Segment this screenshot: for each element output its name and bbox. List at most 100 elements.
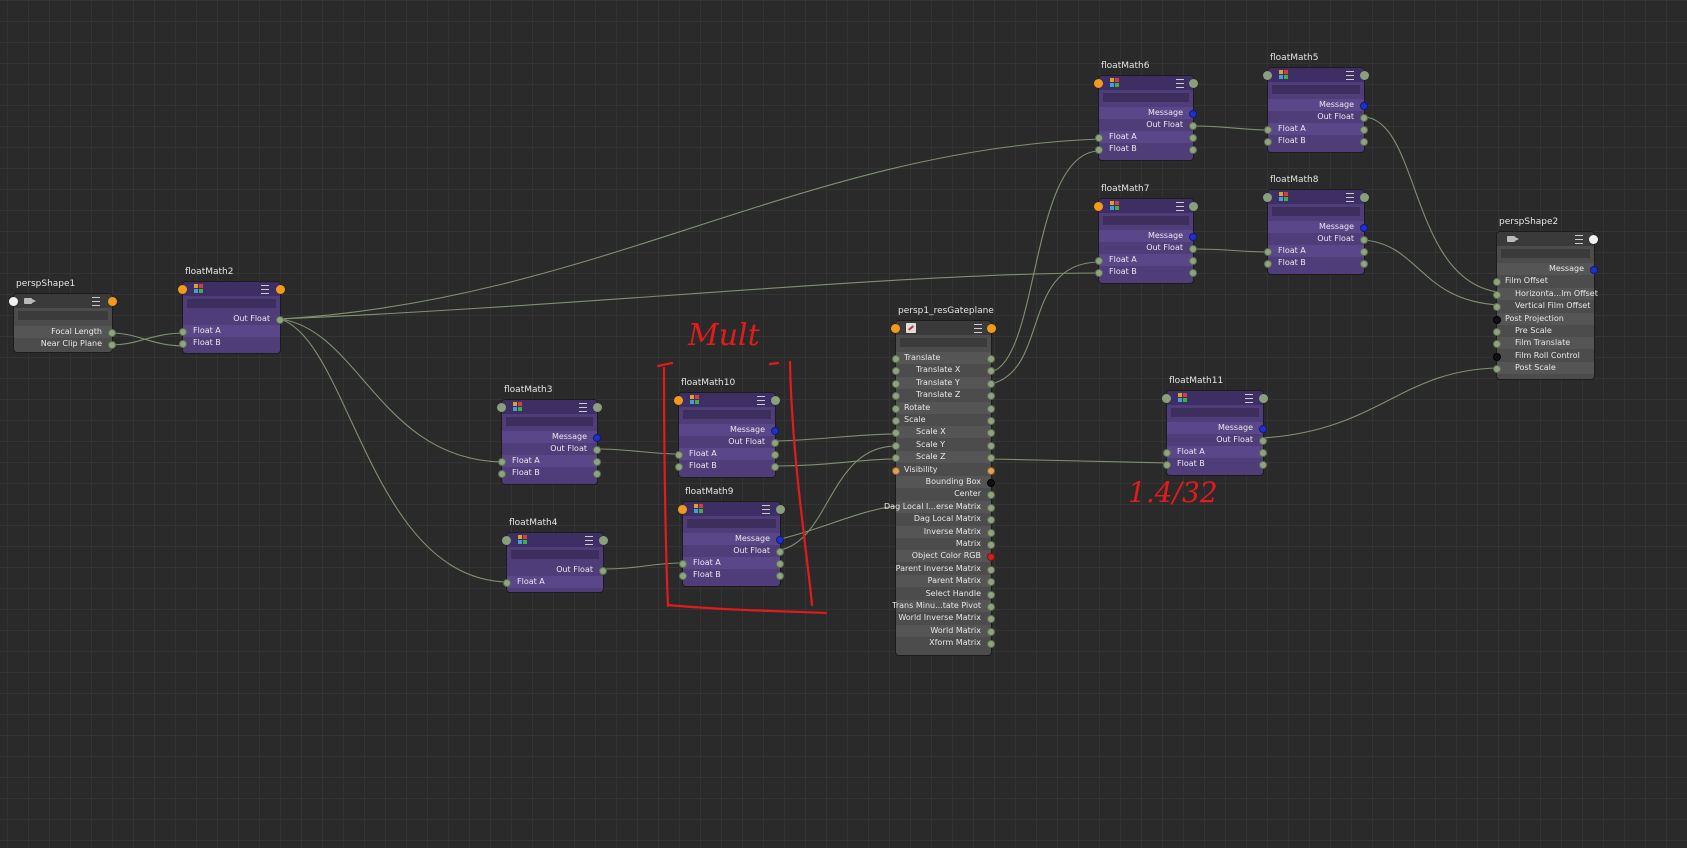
- node-floatMath4[interactable]: floatMath4 Out Float Float A: [502, 518, 608, 592]
- node-header[interactable]: [497, 400, 602, 414]
- search-bar[interactable]: [900, 338, 987, 347]
- attr-row[interactable]: Dag Local I...erse Matrix: [884, 500, 995, 513]
- node-header[interactable]: [678, 502, 785, 516]
- menu-icon[interactable]: [1575, 235, 1583, 244]
- attr-row[interactable]: Post Projection: [1493, 312, 1594, 325]
- search-bar[interactable]: [683, 410, 771, 419]
- in-port[interactable]: [892, 417, 900, 425]
- in-port[interactable]: [1493, 278, 1501, 287]
- in-port[interactable]: [179, 328, 187, 336]
- out-port[interactable]: [1189, 257, 1197, 265]
- attr-row[interactable]: Select Handle: [896, 588, 995, 600]
- out-port[interactable]: [776, 560, 784, 568]
- output-port[interactable]: [987, 324, 996, 333]
- in-port[interactable]: [675, 463, 683, 471]
- menu-icon[interactable]: [1346, 193, 1354, 202]
- in-port[interactable]: [892, 392, 900, 401]
- menu-icon[interactable]: [585, 536, 593, 545]
- node-header[interactable]: [502, 533, 608, 547]
- in-port[interactable]: [1264, 260, 1272, 268]
- in-port[interactable]: [892, 441, 900, 450]
- attr-row[interactable]: Message: [683, 533, 784, 545]
- node-header[interactable]: [1263, 190, 1369, 204]
- attr-row[interactable]: Float A: [1264, 245, 1368, 257]
- attr-row[interactable]: Message: [1167, 422, 1267, 434]
- out-port[interactable]: [1189, 146, 1197, 154]
- attr-row[interactable]: Inverse Matrix: [896, 525, 995, 538]
- input-port[interactable]: [1162, 394, 1171, 403]
- output-port[interactable]: [776, 505, 785, 514]
- output-port[interactable]: [1259, 394, 1268, 403]
- out-port[interactable]: [1360, 224, 1368, 232]
- output-port[interactable]: [108, 297, 117, 306]
- attr-row[interactable]: Out Float: [502, 443, 601, 455]
- in-port[interactable]: [179, 340, 187, 348]
- attr-row[interactable]: Float A: [1163, 446, 1267, 458]
- out-port[interactable]: [1360, 248, 1368, 256]
- out-port[interactable]: [1189, 245, 1197, 253]
- node-header[interactable]: [1162, 391, 1268, 405]
- out-port[interactable]: [599, 567, 607, 575]
- message-port[interactable]: [9, 297, 18, 306]
- out-port[interactable]: [593, 470, 601, 478]
- attr-row[interactable]: Scale: [892, 414, 995, 426]
- attr-row[interactable]: Message: [679, 424, 779, 436]
- node-floatMath2[interactable]: floatMath2 Out Float Float A Float B: [178, 267, 285, 353]
- node-floatMath11[interactable]: floatMath11 Message Out Float Float A Fl…: [1162, 376, 1268, 475]
- attr-row[interactable]: Rotate: [892, 401, 995, 414]
- out-port[interactable]: [771, 427, 779, 435]
- attr-row[interactable]: Float B: [1264, 257, 1368, 269]
- out-port[interactable]: [987, 392, 995, 401]
- in-port[interactable]: [1493, 328, 1501, 336]
- search-bar[interactable]: [1501, 249, 1590, 258]
- search-bar[interactable]: [1103, 93, 1189, 102]
- menu-icon[interactable]: [579, 403, 587, 412]
- out-port[interactable]: [1360, 260, 1368, 268]
- attr-row[interactable]: Float A: [179, 325, 280, 337]
- output-port[interactable]: [599, 536, 608, 545]
- node-header[interactable]: [9, 294, 117, 308]
- out-port[interactable]: [1590, 266, 1598, 274]
- attr-row[interactable]: Visibility: [892, 464, 995, 476]
- attr-row[interactable]: Film Translate: [1493, 337, 1594, 350]
- in-port[interactable]: [1264, 138, 1272, 146]
- node-header[interactable]: [1497, 232, 1598, 246]
- out-port[interactable]: [771, 463, 779, 471]
- node-header[interactable]: [891, 321, 996, 335]
- output-port[interactable]: [593, 403, 602, 412]
- attr-row[interactable]: Translate Z: [892, 389, 995, 401]
- in-port[interactable]: [679, 572, 687, 580]
- search-bar[interactable]: [18, 311, 108, 320]
- attr-row[interactable]: Center: [896, 488, 995, 500]
- node-header[interactable]: [1263, 68, 1369, 82]
- out-port[interactable]: [987, 441, 995, 450]
- in-port[interactable]: [1095, 257, 1103, 265]
- in-port[interactable]: [892, 404, 900, 413]
- out-port[interactable]: [987, 553, 995, 562]
- attr-row[interactable]: Float A: [675, 448, 779, 460]
- attr-row[interactable]: Translate Y: [892, 376, 995, 389]
- attr-row[interactable]: Horizonta...lm Offset: [1493, 287, 1598, 300]
- out-port[interactable]: [1189, 110, 1197, 118]
- menu-icon[interactable]: [1176, 79, 1184, 88]
- node-floatMath9[interactable]: floatMath9 Message Out Float Float A Flo…: [678, 487, 785, 586]
- out-port[interactable]: [1360, 126, 1368, 134]
- input-port[interactable]: [674, 396, 683, 405]
- attr-row[interactable]: Scale Z: [892, 451, 995, 464]
- menu-icon[interactable]: [757, 396, 765, 405]
- out-port[interactable]: [276, 316, 284, 324]
- attr-row[interactable]: Vertical Film Offset: [1493, 300, 1594, 312]
- in-port[interactable]: [1095, 269, 1103, 277]
- in-port[interactable]: [1264, 126, 1272, 134]
- attr-row[interactable]: Post Scale: [1493, 362, 1594, 375]
- in-port[interactable]: [1163, 449, 1171, 457]
- out-port[interactable]: [771, 439, 779, 447]
- out-port[interactable]: [987, 491, 995, 500]
- out-port[interactable]: [987, 404, 995, 413]
- attr-row[interactable]: Out Float: [183, 313, 284, 325]
- search-bar[interactable]: [1272, 85, 1360, 94]
- attr-row[interactable]: World Inverse Matrix: [896, 612, 995, 624]
- input-port[interactable]: [178, 285, 187, 294]
- attr-row[interactable]: Float B: [1095, 143, 1197, 155]
- out-port[interactable]: [987, 417, 995, 425]
